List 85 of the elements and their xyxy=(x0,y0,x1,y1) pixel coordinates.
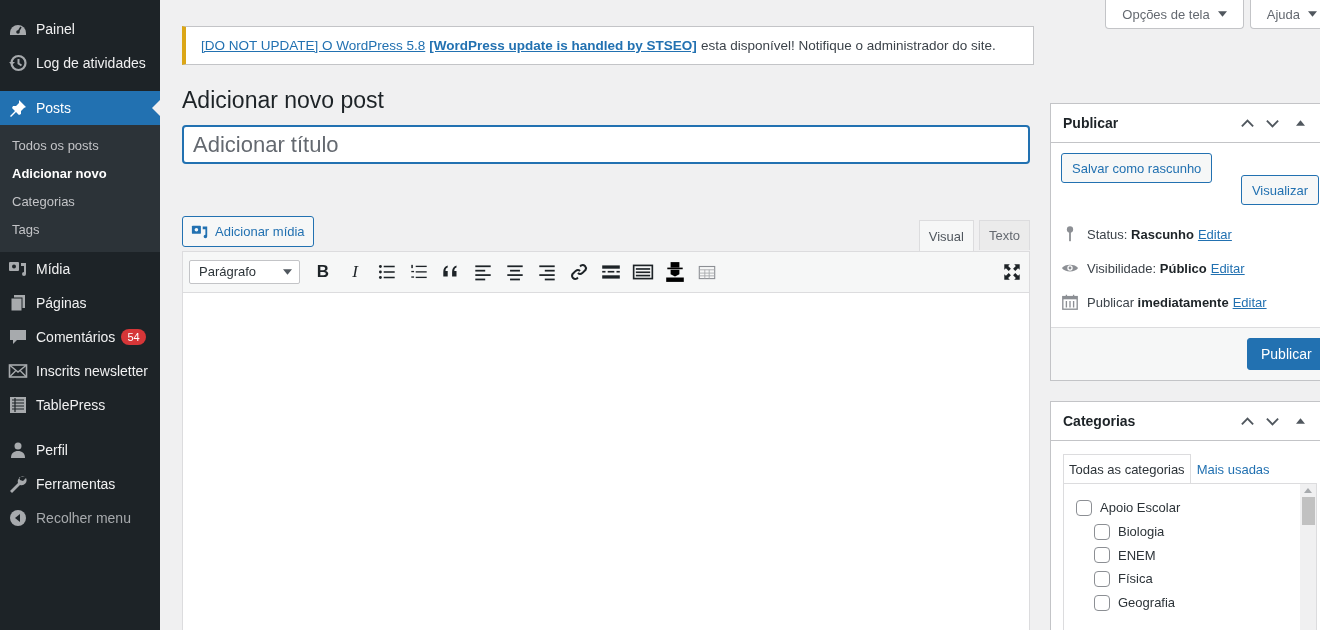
category-label: ENEM xyxy=(1118,547,1156,563)
publish-button[interactable]: Publicar xyxy=(1247,338,1320,370)
fullscreen-icon[interactable] xyxy=(1001,261,1023,283)
menu-label: Páginas xyxy=(36,295,87,311)
collapse-triangle-icon[interactable] xyxy=(1296,120,1305,126)
menu-item[interactable]: Log de atividades xyxy=(0,46,160,80)
menu-label: Log de atividades xyxy=(36,55,146,71)
calendar-icon xyxy=(1061,293,1079,311)
history-icon xyxy=(8,53,28,73)
submenu-item[interactable]: Categorias xyxy=(0,188,160,216)
media-icon xyxy=(8,259,28,279)
format-dropdown[interactable]: Parágrafo xyxy=(189,260,300,284)
menu-label: Comentários xyxy=(36,329,116,345)
format-button[interactable]: I xyxy=(344,262,366,282)
category-tab[interactable]: Mais usadas xyxy=(1190,454,1276,483)
checkbox[interactable] xyxy=(1094,523,1110,540)
checkbox[interactable] xyxy=(1094,594,1110,611)
screen-tab-button[interactable]: Opções de tela xyxy=(1105,0,1244,29)
submenu-item[interactable]: Adicionar novo xyxy=(0,160,160,188)
collapse-triangle-icon[interactable] xyxy=(1296,418,1305,424)
checkbox[interactable] xyxy=(1076,499,1092,516)
pin-icon xyxy=(8,98,28,118)
menu-label: TablePress xyxy=(36,397,106,413)
checkbox[interactable] xyxy=(1094,570,1110,587)
menu-item[interactable]: Páginas xyxy=(0,286,160,320)
caret-icon xyxy=(1308,11,1317,17)
editor-tab[interactable]: Texto xyxy=(978,220,1030,250)
menu-item[interactable]: Painel xyxy=(0,12,160,46)
speech-bubble-icon xyxy=(8,327,28,347)
panel-title: Publicar xyxy=(1063,115,1120,131)
preview-button[interactable]: Visualizar xyxy=(1240,175,1319,205)
category-label: Biologia xyxy=(1118,524,1165,540)
category-label: Geografia xyxy=(1118,595,1176,611)
menu-label: Perfil xyxy=(36,442,68,458)
update-link[interactable]: [DO NOT UPDATE] O WordPress 5.8 xyxy=(201,38,426,53)
submenu-item[interactable]: Todos os posts xyxy=(0,132,160,160)
menu-label: Painel xyxy=(36,21,75,37)
notice-text: esta disponível! Notifique o administrador do site. xyxy=(700,38,996,53)
checkbox[interactable] xyxy=(1094,547,1110,564)
format-button[interactable]: B xyxy=(312,262,334,282)
add-media-button[interactable]: Adicionar mídia xyxy=(182,216,314,247)
page-heading: Adicionar novo post xyxy=(182,87,385,114)
menu-item[interactable]: Ferramentas xyxy=(0,467,160,501)
menu-label: Inscrits newsletter xyxy=(36,363,149,379)
pages-icon xyxy=(8,293,28,313)
envelope-icon xyxy=(8,361,28,381)
menu-label: Recolher menu xyxy=(36,510,131,526)
link-icon[interactable] xyxy=(568,261,590,283)
editor-tab[interactable]: Visual xyxy=(918,220,974,251)
pointer-icon xyxy=(152,100,160,116)
menu-item[interactable]: Mídia xyxy=(0,252,160,286)
meta-text: Visibilidade: Público xyxy=(1087,260,1207,276)
count-badge: 54 xyxy=(121,329,146,345)
screen-tab-button[interactable]: Ajuda xyxy=(1249,0,1320,29)
wrench-icon xyxy=(8,474,28,494)
edit-link[interactable]: Editar xyxy=(1232,294,1267,310)
menu-item[interactable]: Posts xyxy=(0,91,160,125)
category-tab[interactable]: Todas as categorias xyxy=(1063,454,1191,483)
caret-icon xyxy=(283,269,292,275)
category-label: Apoio Escolar xyxy=(1100,500,1181,516)
caret-icon xyxy=(1217,11,1227,17)
menu-label: Ferramentas xyxy=(36,476,116,492)
edit-link[interactable]: Editar xyxy=(1197,226,1232,242)
menu-item[interactable]: Recolher menu xyxy=(0,501,160,535)
scrollbar[interactable] xyxy=(1300,484,1316,630)
scroll-thumb[interactable] xyxy=(1301,497,1315,525)
menu-label: Mídia xyxy=(36,261,71,277)
meta-text: Status: Rascunho xyxy=(1087,226,1194,242)
update-info-link[interactable]: [WordPress update is handled by STSEO] xyxy=(429,38,697,53)
submenu-item[interactable]: Tags xyxy=(0,216,160,244)
category-label: Física xyxy=(1118,571,1153,587)
meta-text: Publicar imediatamente xyxy=(1087,294,1229,310)
collapse-icon xyxy=(8,508,28,528)
list-icon xyxy=(8,395,28,415)
menu-item[interactable]: TablePress xyxy=(0,388,160,422)
menu-item[interactable]: Perfil xyxy=(0,433,160,467)
menu-label: Posts xyxy=(36,100,71,116)
hat-figure-icon[interactable] xyxy=(664,261,686,283)
person-icon xyxy=(8,440,28,460)
edit-link[interactable]: Editar xyxy=(1210,260,1245,276)
title-field[interactable]: Adicionar título xyxy=(182,125,1030,164)
panel-title: Categorias xyxy=(1063,413,1137,429)
menu-item[interactable]: Inscrits newsletter xyxy=(0,354,160,388)
save-draft-button[interactable]: Salvar como rascunho xyxy=(1061,153,1213,183)
menu-item[interactable]: Comentários 54 xyxy=(0,320,160,354)
